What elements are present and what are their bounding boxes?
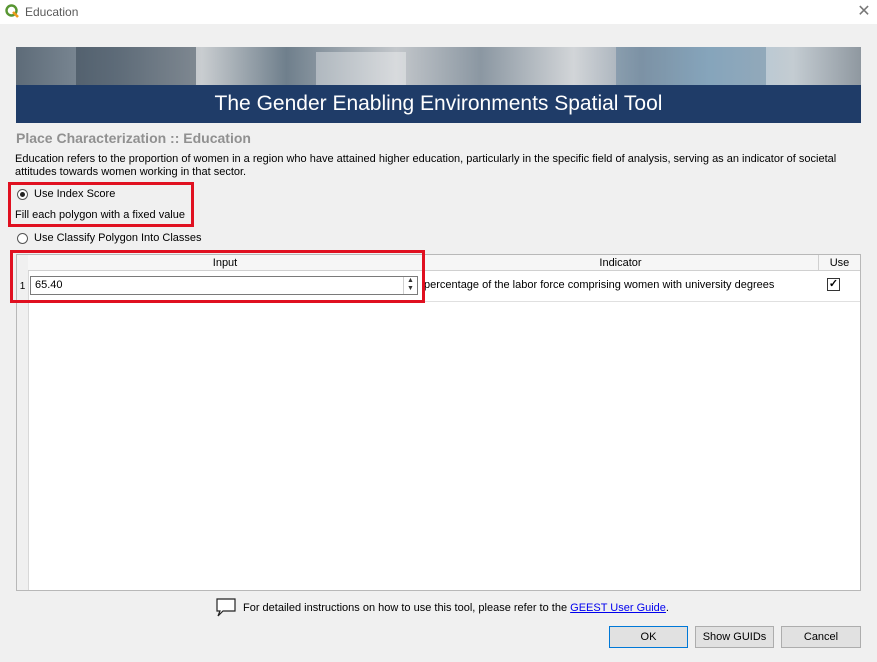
- banner-image: The Gender Enabling Environments Spatial…: [16, 47, 861, 123]
- use-classify-option[interactable]: Use Classify Polygon Into Classes: [17, 230, 202, 246]
- indicator-column-header[interactable]: Indicator: [423, 255, 819, 271]
- use-column-header[interactable]: Use: [819, 255, 860, 271]
- page-description: Education refers to the proportion of wo…: [15, 153, 837, 178]
- speech-bubble-icon: [216, 598, 236, 617]
- use-checkbox[interactable]: ✓: [827, 278, 840, 291]
- ok-button[interactable]: OK: [609, 626, 688, 648]
- input-value: 65.40: [35, 279, 63, 291]
- spin-arrows-icon[interactable]: ▲ ▼: [403, 277, 417, 294]
- geest-user-guide-link[interactable]: GEEST User Guide: [570, 602, 666, 614]
- use-index-score-option[interactable]: Use Index Score: [17, 186, 115, 202]
- classify-radio[interactable]: [17, 232, 28, 244]
- footer-help-text: For detailed instructions on how to use …: [243, 602, 669, 614]
- index-score-label: Use Index Score: [34, 188, 116, 200]
- indicator-table: Input Indicator Use 1 65.40 ▲ ▼ percentag…: [16, 254, 861, 591]
- close-icon[interactable]: ✕: [855, 3, 873, 21]
- row-header-column: [17, 255, 29, 590]
- page-heading: Place Characterization :: Education: [16, 130, 251, 146]
- footer-end: .: [665, 602, 669, 614]
- index-score-radio[interactable]: [17, 188, 28, 200]
- row-number: 1: [19, 281, 26, 292]
- classify-label: Use Classify Polygon Into Classes: [34, 232, 202, 244]
- index-score-hint: Fill each polygon with a fixed value: [15, 209, 185, 221]
- indicator-cell: percentage of the labor force comprising…: [424, 279, 775, 291]
- show-guids-button[interactable]: Show GUIDs: [695, 626, 774, 648]
- window-title: Education: [25, 5, 79, 19]
- qgis-logo-icon: [5, 4, 19, 18]
- row-divider: [28, 301, 860, 302]
- input-column-header[interactable]: Input: [28, 255, 423, 271]
- input-value-spinbox[interactable]: 65.40 ▲ ▼: [30, 276, 418, 295]
- banner-title: The Gender Enabling Environments Spatial…: [214, 92, 663, 115]
- title-bar: Education ✕: [0, 0, 877, 24]
- cancel-button[interactable]: Cancel: [781, 626, 861, 648]
- footer-text: For detailed instructions on how to use …: [243, 602, 568, 614]
